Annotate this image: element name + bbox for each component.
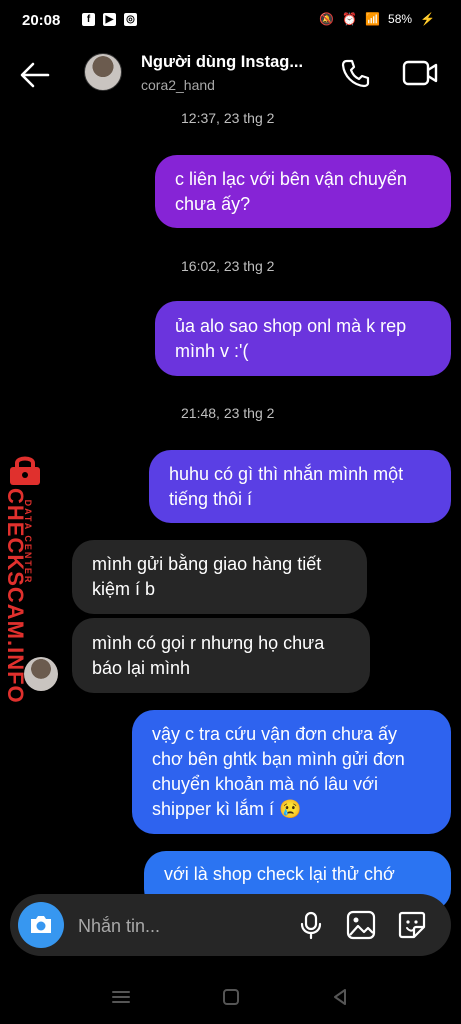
avatar[interactable] (84, 53, 122, 91)
charging-icon: ⚡ (420, 12, 435, 26)
timestamp: 16:02, 23 thg 2 (181, 258, 275, 274)
alarm-icon: ⏰ (342, 12, 358, 26)
chat-header: Người dùng Instag... cora2_hand (0, 44, 461, 108)
home-icon[interactable] (220, 986, 242, 1008)
sender-avatar[interactable] (24, 657, 58, 691)
system-nav-bar (0, 970, 461, 1024)
sent-message[interactable]: vậy c tra cứu vận đơn chưa ấy chơ bên gh… (132, 710, 451, 834)
nav-back-icon[interactable] (329, 986, 351, 1008)
sent-message[interactable]: c liên lạc với bên vận chuyển chưa ấy? (155, 155, 451, 228)
timestamp: 21:48, 23 thg 2 (181, 405, 275, 421)
battery-level: 58% (388, 12, 413, 26)
received-message[interactable]: mình gửi bằng giao hàng tiết kiệm í b (72, 540, 367, 614)
watermark: DATA CENTER CHECKSCAM.INFO (0, 455, 48, 704)
instagram-icon: ◎ (124, 13, 137, 26)
message-input[interactable] (76, 910, 280, 942)
contact-name[interactable]: Người dùng Instag... (141, 53, 311, 72)
timestamp: 12:37, 23 thg 2 (181, 110, 275, 126)
contact-handle[interactable]: cora2_hand (141, 77, 215, 93)
received-message[interactable]: mình có gọi r nhưng họ chưa báo lại mình (72, 618, 370, 693)
message-text: mình gửi bằng giao hàng tiết kiệm í b (92, 554, 322, 599)
status-bar: 20:08 f ▶ ◎ 🔕 ⏰ 📶 58% ⚡ (0, 0, 461, 44)
back-arrow-icon[interactable] (18, 58, 52, 92)
sent-message[interactable]: ủa alo sao shop onl mà k rep mình v :'( (155, 301, 451, 376)
wifi-icon: 📶 (365, 12, 381, 26)
microphone-icon[interactable] (296, 910, 326, 940)
message-text: ủa alo sao shop onl mà k rep mình v :'( (175, 315, 407, 361)
watermark-brand: CHECKSCAM.INFO (3, 488, 28, 704)
message-text: mình có gọi r nhưng họ chưa báo lại mình (92, 632, 325, 678)
gallery-icon[interactable] (346, 910, 376, 940)
message-text: c liên lạc với bên vận chuyển chưa ấy? (175, 168, 407, 214)
youtube-icon: ▶ (103, 13, 116, 26)
phone-call-icon[interactable] (340, 57, 372, 89)
status-time: 20:08 (22, 12, 61, 29)
mute-icon: 🔕 (319, 12, 335, 26)
facebook-icon: f (82, 13, 95, 26)
camera-icon (31, 916, 51, 933)
system-status: 🔕 ⏰ 📶 58% ⚡ (319, 12, 435, 26)
sticker-icon[interactable] (397, 910, 427, 940)
notification-icons: f ▶ ◎ (82, 13, 137, 26)
menu-icon[interactable] (110, 986, 132, 1008)
message-text: với là shop check lại thử chớ (164, 864, 395, 884)
message-text: huhu có gì thì nhắn mình một tiếng thôi … (169, 463, 404, 509)
message-composer (10, 894, 451, 956)
sent-message[interactable]: huhu có gì thì nhắn mình một tiếng thôi … (149, 450, 451, 523)
message-text: vậy c tra cứu vận đơn chưa ấy chơ bên gh… (152, 724, 405, 819)
camera-button[interactable] (18, 902, 64, 948)
video-call-icon[interactable] (402, 57, 438, 89)
